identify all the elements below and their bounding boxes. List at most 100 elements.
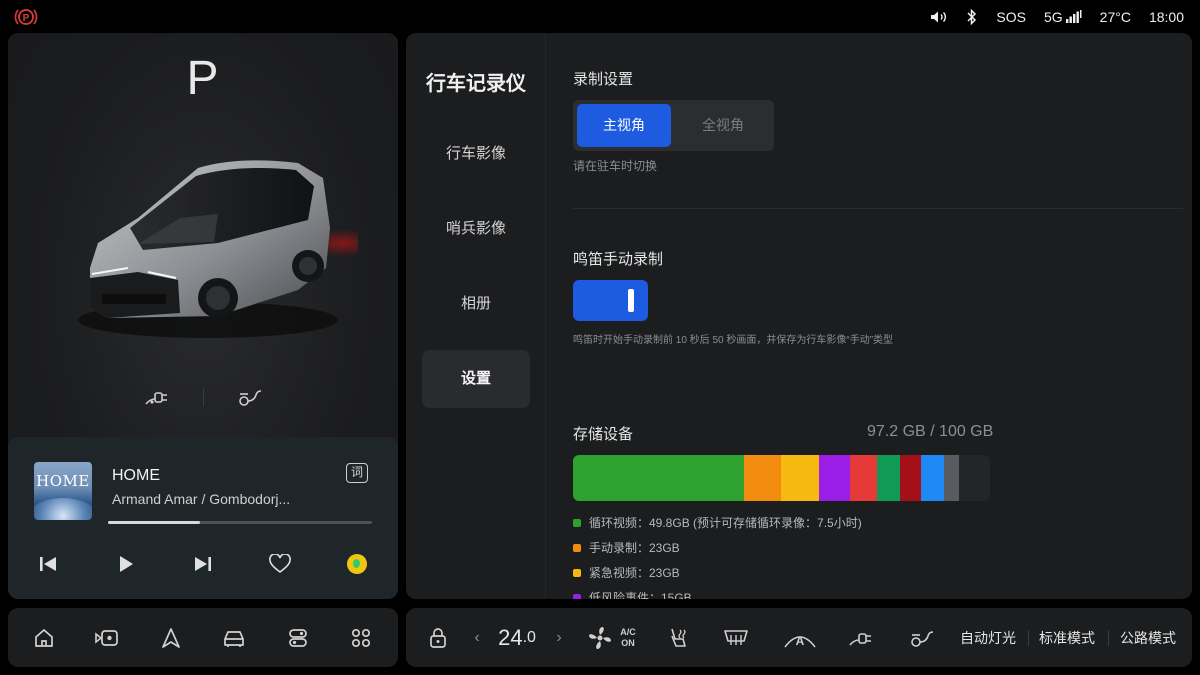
legend-dot [573,543,581,552]
charge-port-icon[interactable] [143,386,171,408]
playback-progress[interactable] [108,521,372,524]
ac-label: A/C [620,626,636,637]
playback-progress-fill [108,521,201,524]
album-art-earth [34,498,92,520]
car-icon[interactable] [221,625,247,651]
sos-label[interactable]: SOS [996,9,1026,25]
nav-item-settings[interactable]: 设置 [422,350,530,408]
playback-controls [8,549,398,579]
app-dock [8,608,398,667]
outside-temperature: 27°C [1099,8,1131,25]
bluetooth-icon[interactable] [966,8,978,25]
temperature-up-icon[interactable]: › [552,608,566,667]
divider [1028,630,1029,646]
legend-low-risk-event: 低风险事件：15GB [573,589,692,599]
status-bar: P SOS 5G 27°C 18:00 [0,0,1200,33]
navigation-icon[interactable] [158,625,184,651]
song-artist: Armand Amar / Gombodorj... [112,491,291,507]
home-icon[interactable] [31,625,57,651]
main-view-option[interactable]: 主视角 [577,104,671,147]
legend-text: 循环视频：49.8GB (预计可存储循环录像：7.5小时) [589,516,862,530]
road-mode-button[interactable]: 公路模式 [1118,608,1178,667]
fan-icon[interactable] [586,608,614,667]
gear-indicator: P [186,52,220,105]
temperature-value: 24 [498,624,523,650]
charge-controls [8,385,398,409]
heart-icon[interactable] [265,549,295,579]
standard-mode-button[interactable]: 标准模式 [1037,608,1097,667]
auto-lights-button[interactable]: 自动灯光 [958,608,1018,667]
nav-item-sentry-video[interactable]: 哨兵影像 [422,200,530,258]
storage-total: 97.2 GB / 100 GB [867,423,994,440]
legend-loop-video: 循环视频：49.8GB (预计可存储循环录像：7.5小时) [573,514,862,531]
charge-cable-dock-icon[interactable] [908,608,936,667]
apps-icon[interactable] [348,625,374,651]
legend-text: 手动录制：23GB [589,541,680,555]
rear-defrost-icon[interactable] [721,608,751,667]
lyrics-button[interactable]: 词 [346,463,368,483]
storage-title: 存储设备 [573,426,634,443]
storage-segment [819,455,851,501]
legend-text: 低风险事件：15GB [589,591,692,599]
temperature-down-icon[interactable]: ‹ [470,608,484,667]
network-indicator: 5G [1044,9,1082,25]
camera-icon[interactable] [94,625,120,651]
ac-toggle[interactable]: A/C ON [618,608,638,667]
seat-heat-icon[interactable] [664,608,692,667]
music-app-icon[interactable] [342,549,372,579]
storage-segment [900,455,922,501]
temperature-display: 24.0 [492,608,542,667]
controls-icon[interactable] [285,625,311,651]
storage-segment [944,455,959,501]
svg-text:A: A [796,634,805,648]
lock-icon[interactable] [426,608,450,667]
storage-segment [573,455,744,501]
next-icon[interactable] [188,549,218,579]
vehicle-panel: P HOME HOME Armand Amar / Gombodorj... 词 [8,33,398,599]
recording-hint: 请在驻车时切换 [573,159,658,173]
album-art-title: HOME [36,472,90,490]
song-title: HOME [112,467,160,484]
network-label: 5G [1043,8,1063,25]
volume-icon[interactable] [930,10,948,24]
legend-emergency-video: 紧急视频：23GB [573,564,680,581]
view-mode-selector: 主视角 全视角 [573,100,774,151]
media-player: HOME HOME Armand Amar / Gombodorj... 词 [8,437,398,599]
dashcam-nav: 行车记录仪 行车影像 哨兵影像 相册 设置 [406,33,546,599]
storage-segment [850,455,878,501]
storage-segment [781,455,819,501]
legend-dot [573,593,581,599]
legend-manual-recording: 手动录制：23GB [573,539,680,556]
horn-recording-hint: 鸣笛时开始手动录制前 10 秒后 50 秒画面，并保存为行车影像“手动”类型 [573,335,894,346]
dashcam-title: 行车记录仪 [426,73,526,95]
legend-dot [573,518,581,527]
storage-segment [743,455,782,501]
signal-icon [1065,10,1082,23]
nav-item-drive-video[interactable]: 行车影像 [422,125,530,183]
temperature-decimal: .0 [522,628,536,646]
toggle-knob [628,289,634,312]
storage-segment [877,455,901,501]
nav-item-album[interactable]: 相册 [422,275,530,333]
horn-recording-toggle[interactable] [573,280,648,321]
divider [1108,630,1109,646]
dashcam-panel: 行车记录仪 行车影像 哨兵影像 相册 设置 录制设置 主视角 全视角 请在驻车时… [406,33,1192,599]
auto-defog-icon[interactable]: A [782,608,818,667]
svg-text:P: P [23,13,30,24]
previous-icon[interactable] [33,549,63,579]
horn-recording-title: 鸣笛手动录制 [573,251,664,268]
legend-dot [573,568,581,577]
ac-state: ON [621,637,635,648]
legend-text: 紧急视频：23GB [589,566,680,580]
divider [202,388,204,406]
play-icon[interactable] [111,549,141,579]
storage-usage-bar [573,455,990,501]
storage-segment [921,455,945,501]
full-view-option[interactable]: 全视角 [676,104,770,147]
album-art[interactable]: HOME [34,462,92,520]
recording-settings-title: 录制设置 [573,71,634,88]
charge-port-dock-icon[interactable] [846,608,876,667]
settings-content: 录制设置 主视角 全视角 请在驻车时切换 鸣笛手动录制 鸣笛时开始手动录制前 1… [573,33,1183,599]
charge-cable-icon[interactable] [236,385,264,409]
car-image[interactable] [68,148,358,343]
